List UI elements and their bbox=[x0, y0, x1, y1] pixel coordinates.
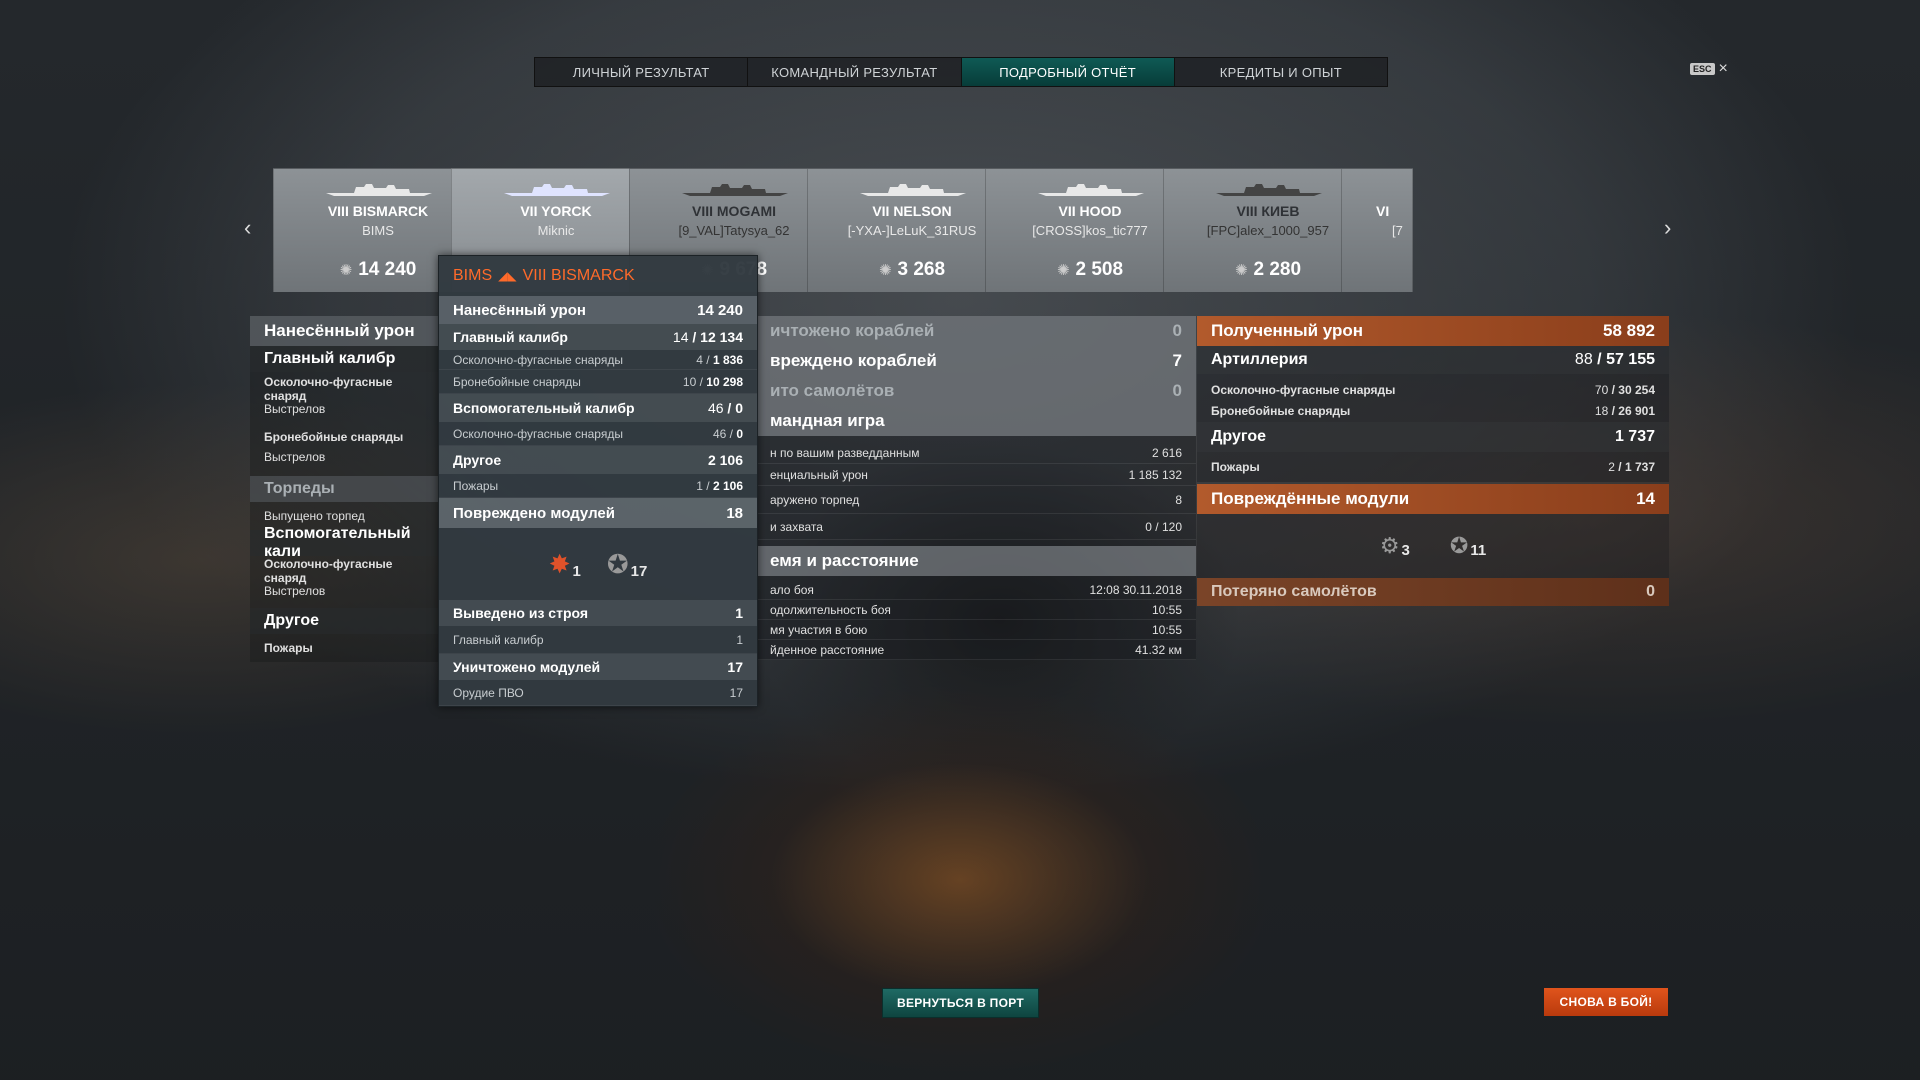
next-arrow-icon[interactable]: › bbox=[1664, 215, 1671, 241]
team-play-header: мандная игра bbox=[756, 406, 1196, 436]
shots-row: Выстрелов bbox=[264, 450, 326, 464]
ships-damaged-row: вреждено кораблей 7 bbox=[756, 346, 1196, 376]
result-tabs: ЛИЧНЫЙ РЕЗУЛЬТАТ КОМАНДНЫЙ РЕЗУЛЬТАТ ПОД… bbox=[534, 57, 1388, 87]
ship-silhouette-icon bbox=[326, 184, 432, 196]
damage-dealt-panel: Нанесённый урон Главный калибр Осколочно… bbox=[250, 316, 440, 662]
main-gun-module-icon: ✸ 1 bbox=[548, 548, 581, 580]
damaged-modules-header: Повреждённые модули 14 bbox=[1197, 484, 1669, 514]
potential-damage-row: енциальный урон 1 185 132 bbox=[756, 464, 1196, 486]
aa-gun-module-icon: ✪ 17 bbox=[606, 548, 648, 580]
ship-card[interactable]: VI [7 bbox=[1341, 168, 1413, 292]
he-shells-row: Осколочно-фугасные снаряды 4 / 1 836 bbox=[439, 350, 757, 370]
fires-row: Пожары 1 / 2 106 bbox=[439, 474, 757, 498]
destroyed-modules-row: Уничтожено модулей 17 bbox=[439, 654, 757, 680]
ap-shells-row: Бронебойные снаряды 10 / 10 298 bbox=[439, 370, 757, 394]
distance-row: йденное расстояние 41.32 км bbox=[756, 640, 1196, 660]
tooltip-title: BIMS ◢◣ VIII BISMARCK bbox=[453, 267, 635, 284]
damage-received-header: Полученный урон 58 892 bbox=[1197, 316, 1669, 346]
capture-points-row: и захвата 0 / 120 bbox=[756, 514, 1196, 540]
torpedoes-header: Торпеды bbox=[250, 476, 440, 502]
other-header: Другое 1 737 bbox=[1197, 422, 1669, 452]
battle-again-button[interactable]: СНОВА В БОЙ! bbox=[1544, 988, 1668, 1016]
ship-silhouette-icon bbox=[1038, 184, 1144, 196]
planes-lost-header: Потеряно самолётов 0 bbox=[1197, 578, 1669, 606]
ship-silhouette-icon bbox=[682, 184, 788, 196]
secondary-header: Вспомогательный кали bbox=[250, 525, 440, 560]
main-caliber-header: Главный калибр bbox=[250, 346, 440, 372]
planes-destroyed-row: ито самолётов 0 bbox=[756, 376, 1196, 406]
return-to-port-button[interactable]: ВЕРНУТЬСЯ В ПОРТ bbox=[882, 988, 1039, 1018]
close-icon: × bbox=[1718, 60, 1728, 77]
incapacitated-main-row: Главный калибр 1 bbox=[439, 626, 757, 654]
ship-class-icon: ◢◣ bbox=[498, 269, 517, 283]
he-shells-row: Осколочно-фугасные снаряд bbox=[264, 557, 393, 585]
other-header: Другое bbox=[250, 608, 440, 634]
tooltip-module-icons: ✸ 1 ✪ 17 bbox=[439, 528, 757, 600]
torpedoes-spotted-row: аружено торпед 8 bbox=[756, 486, 1196, 514]
ship-name: VI bbox=[1376, 203, 1390, 219]
ship-silhouette-icon bbox=[860, 184, 966, 196]
damage-dealt-row: Нанесённый урон 14 240 bbox=[439, 296, 757, 324]
incapacitated-row: Выведено из строя 1 bbox=[439, 600, 757, 626]
damage-icon: ✺ bbox=[1234, 262, 1248, 279]
damage-icon: ✺ bbox=[878, 262, 892, 279]
participation-time-row: мя участия в бою 10:55 bbox=[756, 620, 1196, 640]
battle-duration-row: одолжительность боя 10:55 bbox=[756, 600, 1196, 620]
damaged-modules-row: Повреждено модулей 18 bbox=[439, 498, 757, 528]
damage-received-panel: Полученный урон 58 892 Артиллерия 88 / 57 … bbox=[1197, 316, 1669, 606]
module-icons: ⚙ 3 ✪ 11 bbox=[1197, 514, 1669, 578]
player-name: [7 bbox=[1392, 223, 1403, 238]
player-damage-tooltip: BIMS ◢◣ VIII BISMARCK Нанесённый урон 14 … bbox=[438, 255, 758, 707]
ships-destroyed-row: ичтожено кораблей 0 bbox=[756, 316, 1196, 346]
secondary-row: Вспомогательный калибр 46 / 0 bbox=[439, 394, 757, 422]
ap-shells-row: Бронебойные снаряды bbox=[264, 430, 404, 444]
damage-icon: ✺ bbox=[1056, 262, 1070, 279]
tab-personal-result[interactable]: ЛИЧНЫЙ РЕЗУЛЬТАТ bbox=[535, 58, 749, 86]
tab-credits-xp[interactable]: КРЕДИТЫ И ОПЫТ bbox=[1175, 58, 1387, 86]
time-distance-header: емя и расстояние bbox=[756, 546, 1196, 576]
tab-detailed-report[interactable]: ПОДРОБНЫЙ ОТЧЁТ bbox=[961, 58, 1175, 86]
artillery-header: Артиллерия 88 / 57 155 bbox=[1197, 346, 1669, 374]
esc-key-icon: ESC bbox=[1690, 63, 1715, 75]
other-row: Другое 2 106 bbox=[439, 446, 757, 474]
damage-dealt-header: Нанесённый урон bbox=[250, 316, 440, 346]
fires-row: Пожары bbox=[264, 641, 313, 655]
engine-module-icon: ⚙ 3 bbox=[1379, 533, 1410, 559]
battle-start-row: ало боя 12:08 30.11.2018 bbox=[756, 580, 1196, 600]
aa-guns-row: Орудие ПВО 17 bbox=[439, 680, 757, 706]
damage-icon: ✺ bbox=[339, 262, 353, 279]
team-stats-panel: ичтожено кораблей 0 вреждено кораблей 7 ит… bbox=[756, 316, 1196, 660]
fires-row: Пожары 2 / 1 737 bbox=[1197, 452, 1669, 482]
ap-shells-row: Бронебойные снаряды 18 / 26 901 bbox=[1197, 400, 1669, 422]
main-caliber-row: Главный калибр 14 / 12 134 bbox=[439, 324, 757, 350]
ship-silhouette-icon bbox=[504, 184, 610, 196]
sec-he-shells-row: Осколочно-фугасные снаряды 46 / 0 bbox=[439, 422, 757, 446]
spotting-damage-row: н по вашим разведданным 2 616 bbox=[756, 442, 1196, 464]
ship-silhouette-icon bbox=[1216, 184, 1322, 196]
he-shells-row: Осколочно-фугасные снаряд bbox=[264, 375, 393, 403]
close-button[interactable]: ESC × bbox=[1690, 60, 1728, 78]
prev-arrow-icon[interactable]: ‹ bbox=[244, 215, 251, 241]
aa-gun-module-icon: ✪ 11 bbox=[1449, 533, 1487, 559]
tab-team-result[interactable]: КОМАНДНЫЙ РЕЗУЛЬТАТ bbox=[748, 58, 962, 86]
he-shells-row: Осколочно-фугасные снаряды 70 / 30 254 bbox=[1197, 380, 1669, 400]
